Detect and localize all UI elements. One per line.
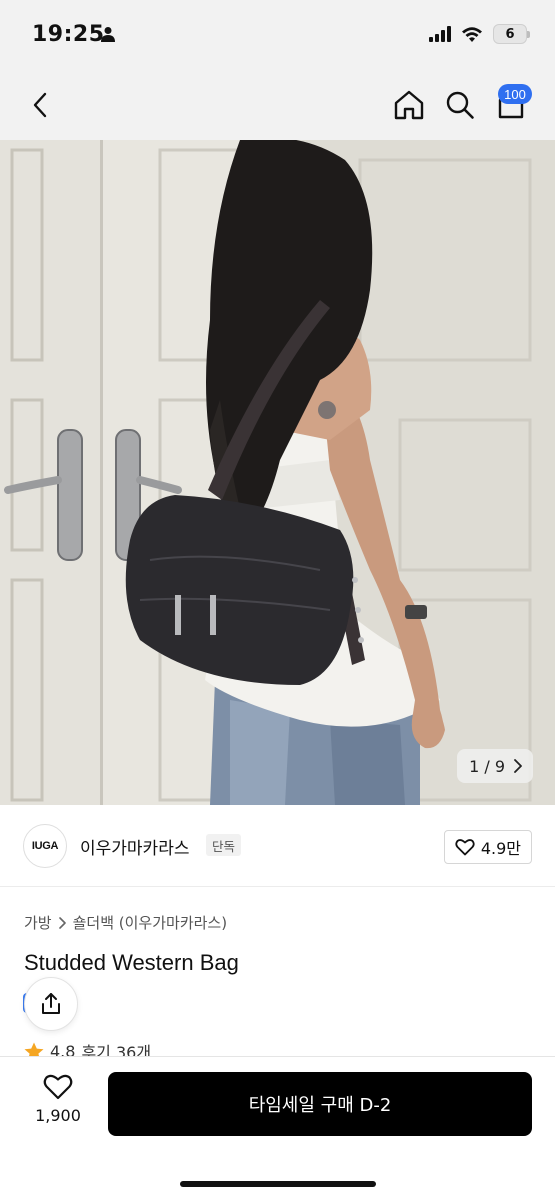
battery-icon: 6 (493, 24, 530, 44)
brand-like-count: 4.9만 (480, 839, 521, 858)
wishlist-count: 1,900 (35, 1106, 81, 1125)
status-indicators: 6 (429, 24, 530, 44)
brand-row: IUGA 이우가마카라스 단독 4.9만 (0, 805, 555, 887)
bottom-action-bar: 1,900 타임세일 구매 D-2 (0, 1056, 555, 1200)
brand-like-button[interactable]: 4.9만 (443, 830, 532, 864)
product-photo[interactable]: 1 / 9 (0, 140, 555, 805)
wifi-icon (462, 26, 482, 42)
share-icon (42, 993, 60, 1014)
heart-icon (455, 839, 475, 856)
photo-counter[interactable]: 1 / 9 (457, 749, 533, 783)
brand-name[interactable]: 이우가마카라스 (80, 834, 189, 859)
wishlist-button[interactable]: 1,900 (22, 1073, 94, 1137)
cart-count-badge: 100 (498, 84, 532, 104)
chevron-right-icon (58, 916, 66, 929)
chevron-left-icon (33, 92, 47, 118)
exclusive-badge: 단독 (206, 834, 242, 856)
product-title: Studded Western Bag (24, 950, 239, 975)
chevron-right-icon (514, 759, 522, 773)
heart-icon (43, 1074, 73, 1100)
home-indicator (180, 1181, 376, 1187)
person-icon (101, 27, 115, 42)
status-bar: 19:25 6 (0, 0, 555, 70)
signal-icon (429, 26, 451, 42)
breadcrumb: 가방 숄더백 (이우가마카라스) (24, 912, 227, 933)
share-button[interactable] (24, 977, 78, 1031)
nav-bar: 100 (0, 70, 555, 140)
breadcrumb-item-subcategory[interactable]: 숄더백 (이우가마카라스) (73, 912, 227, 933)
home-button[interactable] (390, 86, 428, 124)
brand-logo[interactable]: IUGA (23, 824, 67, 868)
product-image (0, 140, 555, 805)
status-time: 19:25 (32, 22, 105, 47)
back-button[interactable] (22, 86, 60, 124)
breadcrumb-item-category[interactable]: 가방 (24, 912, 52, 933)
home-icon (394, 90, 424, 120)
buy-button[interactable]: 타임세일 구매 D-2 (108, 1072, 532, 1136)
search-icon (446, 91, 474, 119)
search-button[interactable] (441, 86, 479, 124)
photo-counter-text: 1 / 9 (469, 756, 505, 776)
cart-button[interactable]: 100 (492, 84, 532, 124)
